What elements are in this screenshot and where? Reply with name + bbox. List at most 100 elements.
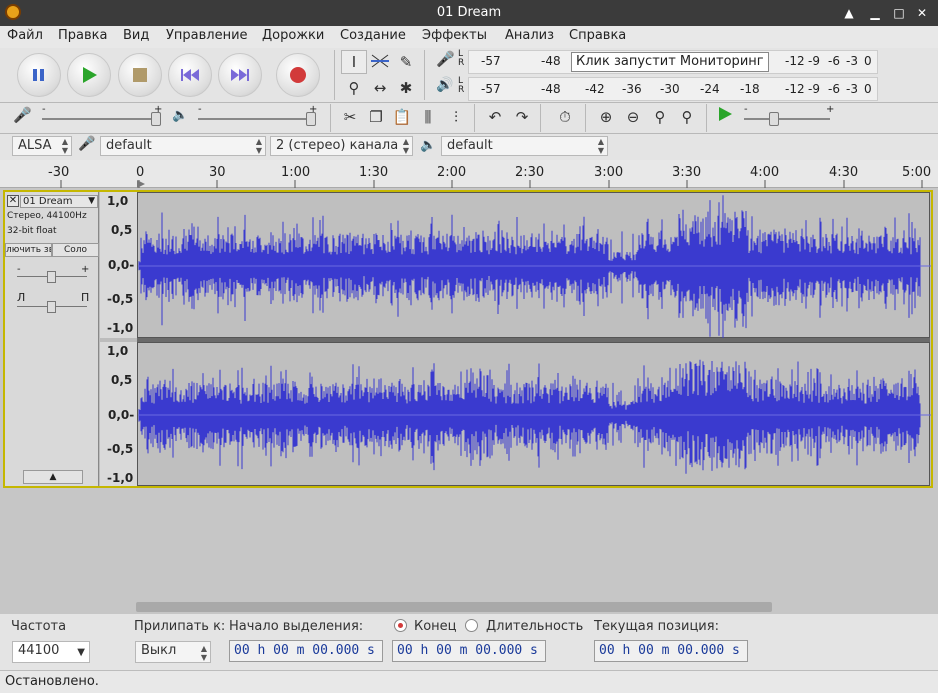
skip-to-end-button[interactable] [218, 53, 262, 97]
timeshift-tool-button[interactable]: ↔ [367, 76, 393, 100]
waveform-right-channel[interactable] [137, 342, 931, 486]
rec-scale-0: 0 [864, 54, 872, 68]
window-keep-above-icon[interactable]: ▲ [840, 4, 858, 22]
waveform-left-channel[interactable] [137, 192, 931, 338]
output-volume-thumb[interactable] [306, 112, 316, 126]
mute-button[interactable]: лючить зву [5, 243, 52, 257]
scissors-icon: ✂ [343, 108, 357, 126]
cut-button[interactable]: ✂ [337, 105, 363, 129]
track-name: 01 Dream [23, 196, 73, 207]
track-menu-button[interactable]: 01 Dream ▼ [20, 195, 98, 208]
menu-generate[interactable]: Создание [340, 28, 406, 43]
playback-speed-slider[interactable] [744, 118, 830, 120]
horizontal-scrollbar[interactable] [0, 600, 938, 614]
project-rate-select[interactable]: 44100 ▼ [12, 641, 90, 663]
record-button[interactable] [276, 53, 320, 97]
draw-tool-button[interactable]: ✎ [393, 50, 419, 74]
input-volume-thumb[interactable] [151, 112, 161, 126]
selection-end-time[interactable]: 00 h 00 m 00.000 s [392, 640, 546, 662]
output-volume-slider[interactable] [198, 118, 316, 120]
zoom-out-button[interactable]: ⊖ [620, 105, 646, 129]
amp-label: 1,0 [107, 194, 129, 208]
updown-arrow-icon: ▲ ▼ [255, 137, 262, 155]
rec-scale-6: -6 [828, 54, 840, 68]
title-bar: 01 Dream ▲ ▁ □ ✕ [0, 0, 938, 26]
play-button[interactable] [67, 53, 111, 97]
menu-effects[interactable]: Эффекты [422, 28, 487, 43]
ruler-label: 3:00 [594, 165, 624, 180]
status-bar: Остановлено. [0, 670, 938, 693]
menu-tracks[interactable]: Дорожки [262, 28, 324, 43]
audio-position-time[interactable]: 00 h 00 m 00.000 s [594, 640, 748, 662]
amp-label: -0,5 [107, 292, 134, 306]
magnifier-icon: ⚲ [348, 79, 360, 97]
trim-button[interactable]: ⫼ [415, 105, 441, 129]
record-icon [277, 54, 319, 96]
redo-button[interactable]: ↷ [509, 105, 535, 129]
length-radio[interactable] [465, 619, 478, 632]
zoom-in-button[interactable]: ⊕ [593, 105, 619, 129]
collapse-track-button[interactable]: ▲ [23, 470, 83, 484]
pause-button[interactable] [17, 53, 61, 97]
input-volume-mic-icon: 🎤 [13, 106, 32, 124]
envelope-tool-button[interactable] [367, 50, 393, 74]
silence-audio-icon: ⫶ [454, 108, 458, 126]
amp-label: 0,0- [108, 258, 135, 272]
record-meter-monitor-prompt[interactable]: Клик запустит Мониторинг [571, 52, 769, 72]
recording-channels-select[interactable]: 2 (стерео) канала ▲ ▼ [270, 136, 413, 156]
menu-transport[interactable]: Управление [166, 28, 248, 43]
solo-button[interactable]: Соло [52, 243, 99, 257]
speed-min-label: - [744, 104, 748, 115]
end-radio[interactable] [394, 619, 407, 632]
sync-lock-button[interactable]: ⏱ [552, 105, 578, 129]
snap-to-select[interactable]: Выкл ▲ ▼ [135, 641, 211, 663]
recording-device-select[interactable]: default ▲ ▼ [100, 136, 266, 156]
timeline-ruler[interactable]: -30 0 30 1:00 1:30 2:00 2:30 3:00 3:30 4… [0, 160, 938, 188]
paste-button[interactable]: 📋 [389, 105, 415, 129]
window-maximize-icon[interactable]: □ [890, 4, 908, 22]
playback-device-select[interactable]: default ▲ ▼ [441, 136, 608, 156]
copy-button[interactable]: ❐ [363, 105, 389, 129]
fit-project-button[interactable]: ⚲ [674, 105, 700, 129]
track-control-panel: ✕ 01 Dream ▼ Стерео, 44100Hz 32-bit floa… [5, 192, 99, 486]
selection-tool-button[interactable]: I [341, 50, 367, 74]
input-volume-slider[interactable] [42, 118, 160, 120]
updown-arrow-icon: ▲ ▼ [61, 137, 68, 155]
playback-meter-speaker-icon[interactable]: 🔊 [436, 77, 460, 99]
play-head-marker [137, 180, 145, 188]
waveform-left [138, 195, 931, 338]
playback-speed-thumb[interactable] [769, 112, 779, 126]
zoom-tool-button[interactable]: ⚲ [341, 76, 367, 100]
zoom-in-icon: ⊕ [599, 108, 613, 126]
stop-button[interactable] [118, 53, 162, 97]
selection-start-time[interactable]: 00 h 00 m 00.000 s [229, 640, 383, 662]
stop-icon [119, 54, 161, 96]
recording-device-value: default [106, 138, 152, 153]
window-minimize-icon[interactable]: ▁ [866, 4, 884, 22]
scrollbar-thumb[interactable] [136, 602, 772, 612]
play-scale-label: 0 [864, 82, 872, 96]
menu-file[interactable]: Файл [7, 28, 43, 43]
output-volume-speaker-icon: 🔈 [172, 108, 189, 123]
track-format-info: Стерео, 44100Hz [7, 211, 87, 221]
skip-to-start-button[interactable] [168, 53, 212, 97]
updown-arrow-icon: ▲ ▼ [402, 137, 409, 155]
menu-help[interactable]: Справка [569, 28, 626, 43]
record-meter-mic-icon[interactable]: 🎤 [436, 50, 460, 72]
undo-button[interactable]: ↶ [482, 105, 508, 129]
window-close-icon[interactable]: ✕ [913, 4, 931, 22]
selection-toolbar: Частота 44100 ▼ Прилипать к: Выкл ▲ ▼ Нач… [0, 614, 938, 670]
i-beam-icon: I [351, 53, 357, 71]
menu-analyze[interactable]: Анализ [505, 28, 554, 43]
play-at-speed-button[interactable] [712, 105, 738, 129]
waveform-right [138, 359, 931, 474]
silence-button[interactable]: ⫶ [443, 105, 469, 129]
audio-host-select[interactable]: ALSA ▲ ▼ [12, 136, 72, 156]
fit-selection-button[interactable]: ⚲ [647, 105, 673, 129]
multi-tool-button[interactable]: ✱ [393, 76, 419, 100]
pan-slider-thumb[interactable] [47, 301, 56, 313]
track-close-icon[interactable]: ✕ [7, 195, 19, 207]
menu-view[interactable]: Вид [123, 28, 149, 43]
menu-edit[interactable]: Правка [58, 28, 107, 43]
gain-slider-thumb[interactable] [47, 271, 56, 283]
